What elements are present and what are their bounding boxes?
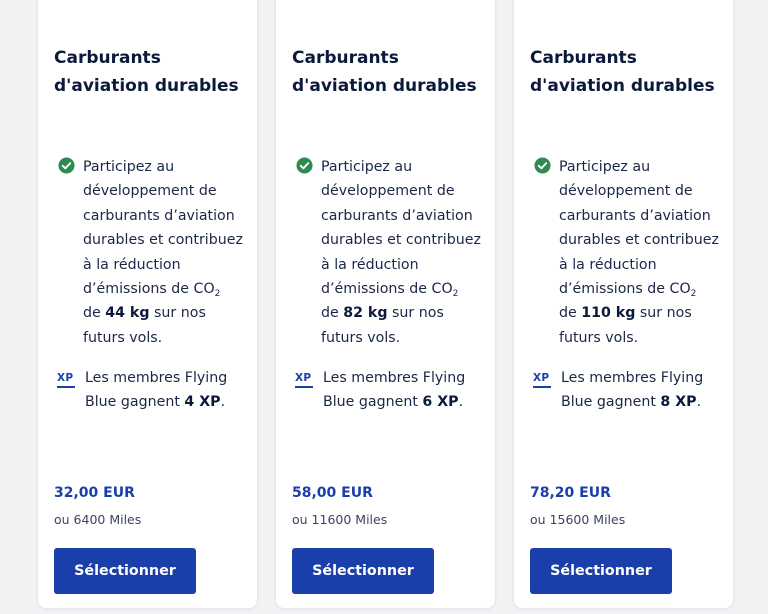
benefit-line: développement de [83, 183, 217, 200]
benefit-line: Participez au [321, 159, 413, 175]
xp-suffix: . [220, 394, 226, 411]
benefit-line: durables et contribuez [83, 232, 243, 249]
xp-line: Les membres Flying [561, 370, 704, 386]
xp-text: Les membres Flying Blue gagnent 8 XP. [561, 366, 731, 415]
xp-suffix: . [696, 394, 702, 411]
select-button[interactable]: Sélectionner [292, 548, 434, 594]
xp-prefix: Blue gagnent [85, 394, 185, 411]
benefit-line: de 82 kg sur nos [321, 301, 491, 325]
card-title: Carburants d'aviation durables [530, 44, 720, 100]
price: 78,20 EUR [530, 485, 611, 501]
card-title-line: d'aviation durables [530, 76, 715, 96]
co2-subscript: 2 [214, 289, 221, 300]
xp-line: Les membres Flying [85, 370, 228, 386]
xp-icon: XP [295, 372, 315, 390]
benefit-line: Participez au [83, 159, 175, 175]
co2-subscript: 2 [690, 289, 697, 300]
amount-suffix: sur nos [387, 305, 444, 322]
xp-line: Blue gagnent 6 XP. [323, 390, 493, 414]
offer-card: Carburants d'aviation durables Participe… [38, 0, 257, 608]
card-title: Carburants d'aviation durables [54, 44, 244, 100]
benefit-line: développement de [321, 183, 455, 200]
xp-prefix: Blue gagnent [323, 394, 423, 411]
check-circle-icon [296, 157, 313, 174]
benefit-line: futurs vols. [321, 329, 401, 346]
xp-line: Les membres Flying [323, 370, 466, 386]
benefit-line: carburants d’aviation [559, 207, 711, 224]
benefit-line: d’émissions de CO2 [83, 277, 253, 301]
benefit-line: carburants d’aviation [83, 207, 235, 224]
miles-price: ou 15600 Miles [530, 512, 626, 527]
co2-amount: 82 kg [343, 305, 388, 322]
benefit-line: à la réduction [83, 256, 181, 273]
benefit-line: de 110 kg sur nos [559, 301, 729, 325]
xp-icon: XP [57, 372, 77, 390]
benefit-line: futurs vols. [83, 329, 163, 346]
xp-line: Blue gagnent 8 XP. [561, 390, 731, 414]
co2-text: d’émissions de CO [559, 281, 691, 298]
amount-prefix: de [559, 305, 582, 322]
benefit-line: d’émissions de CO2 [559, 277, 729, 301]
card-title-line: d'aviation durables [54, 76, 239, 96]
xp-icon: XP [533, 372, 553, 390]
benefit-line: durables et contribuez [559, 232, 719, 249]
price: 32,00 EUR [54, 485, 135, 501]
benefit-line: d’émissions de CO2 [321, 277, 491, 301]
benefit-line: de 44 kg sur nos [83, 301, 253, 325]
amount-suffix: sur nos [149, 305, 206, 322]
card-title: Carburants d'aviation durables [292, 44, 482, 100]
card-title-line: Carburants [530, 48, 637, 68]
card-title-line: d'aviation durables [292, 76, 477, 96]
amount-prefix: de [83, 305, 106, 322]
benefit-line: durables et contribuez [321, 232, 481, 249]
select-button[interactable]: Sélectionner [530, 548, 672, 594]
xp-suffix: . [458, 394, 464, 411]
price: 58,00 EUR [292, 485, 373, 501]
benefit-line: à la réduction [559, 256, 657, 273]
co2-amount: 44 kg [105, 305, 150, 322]
card-title-line: Carburants [54, 48, 161, 68]
xp-prefix: Blue gagnent [561, 394, 661, 411]
benefit-line: à la réduction [321, 256, 419, 273]
benefit-text: Participez au développement de carburant… [559, 155, 729, 350]
miles-price: ou 6400 Miles [54, 512, 142, 527]
xp-value: 6 XP [422, 394, 459, 411]
select-button[interactable]: Sélectionner [54, 548, 196, 594]
benefit-text: Participez au développement de carburant… [83, 155, 253, 350]
co2-text: d’émissions de CO [321, 281, 453, 298]
xp-text: Les membres Flying Blue gagnent 6 XP. [323, 366, 493, 415]
benefit-text: Participez au développement de carburant… [321, 155, 491, 350]
amount-suffix: sur nos [635, 305, 692, 322]
check-circle-icon [58, 157, 75, 174]
co2-text: d’émissions de CO [83, 281, 215, 298]
check-circle-icon [534, 157, 551, 174]
benefit-line: Participez au [559, 159, 651, 175]
xp-text: Les membres Flying Blue gagnent 4 XP. [85, 366, 255, 415]
miles-price: ou 11600 Miles [292, 512, 388, 527]
offer-card: Carburants d'aviation durables Participe… [514, 0, 733, 608]
co2-subscript: 2 [452, 289, 459, 300]
xp-value: 4 XP [184, 394, 221, 411]
co2-amount: 110 kg [581, 305, 636, 322]
offer-card: Carburants d'aviation durables Participe… [276, 0, 495, 608]
benefit-line: développement de [559, 183, 693, 200]
amount-prefix: de [321, 305, 344, 322]
benefit-line: futurs vols. [559, 329, 639, 346]
xp-line: Blue gagnent 4 XP. [85, 390, 255, 414]
benefit-line: carburants d’aviation [321, 207, 473, 224]
card-title-line: Carburants [292, 48, 399, 68]
xp-value: 8 XP [660, 394, 697, 411]
offer-cards: Carburants d'aviation durables Participe… [0, 0, 768, 614]
